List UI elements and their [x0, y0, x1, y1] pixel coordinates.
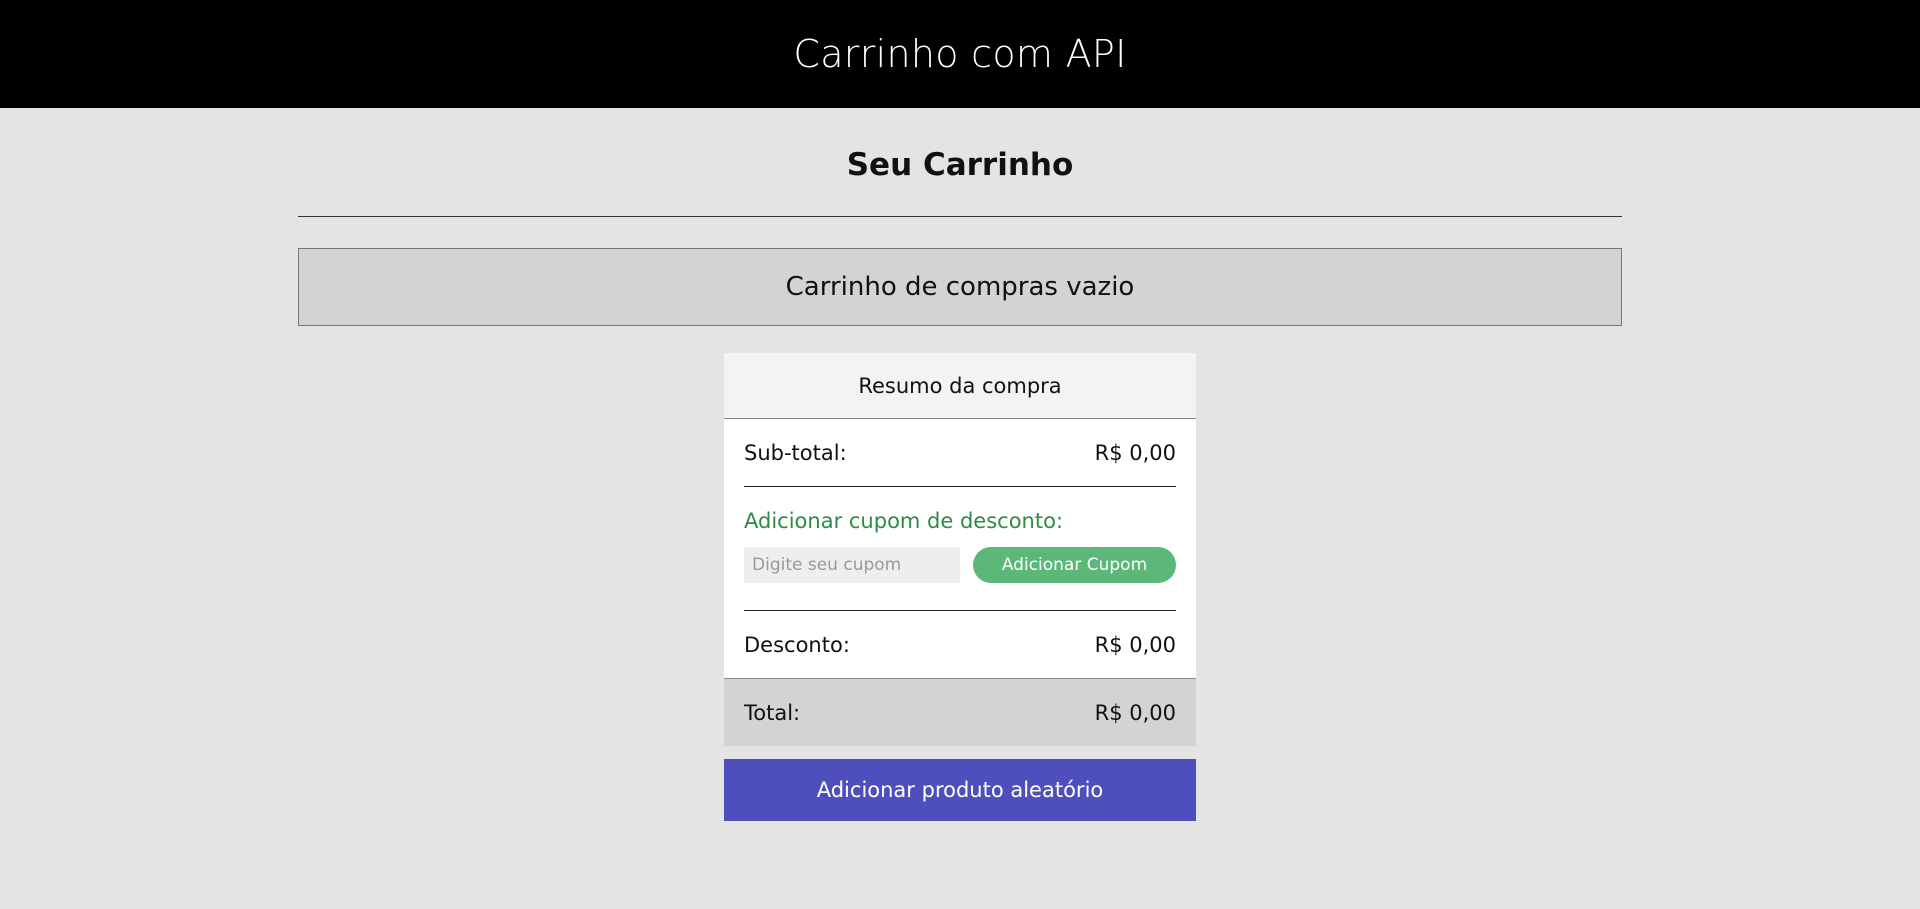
total-label: Total:: [744, 700, 801, 725]
coupon-input[interactable]: [744, 547, 960, 583]
top-header: Carrinho com API: [0, 0, 1920, 108]
total-value: R$ 0,00: [1094, 700, 1176, 725]
summary-body: Sub-total: R$ 0,00 Adicionar cupom de de…: [724, 419, 1196, 678]
subtotal-value: R$ 0,00: [1094, 440, 1176, 465]
discount-label: Desconto:: [744, 632, 850, 657]
subtotal-row: Sub-total: R$ 0,00: [744, 419, 1176, 487]
add-random-product-button[interactable]: Adicionar produto aleatório: [724, 759, 1196, 821]
purchase-summary: Resumo da compra Sub-total: R$ 0,00 Adic…: [724, 353, 1196, 821]
subtotal-label: Sub-total:: [744, 440, 847, 465]
coupon-title: Adicionar cupom de desconto:: [744, 509, 1064, 533]
summary-title: Resumo da compra: [724, 353, 1196, 419]
coupon-form: Adicionar Cupom: [744, 547, 1176, 583]
discount-value: R$ 0,00: [1094, 632, 1176, 657]
cart-title: Seu Carrinho: [846, 147, 1074, 183]
discount-row: Desconto: R$ 0,00: [744, 611, 1176, 678]
empty-cart-message: Carrinho de compras vazio: [298, 248, 1622, 326]
total-row: Total: R$ 0,00: [724, 678, 1196, 746]
add-coupon-button[interactable]: Adicionar Cupom: [973, 547, 1176, 583]
app-title: Carrinho com API: [793, 32, 1127, 76]
main-content: Seu Carrinho Carrinho de compras vazio R…: [298, 108, 1622, 821]
title-divider: [298, 216, 1622, 217]
